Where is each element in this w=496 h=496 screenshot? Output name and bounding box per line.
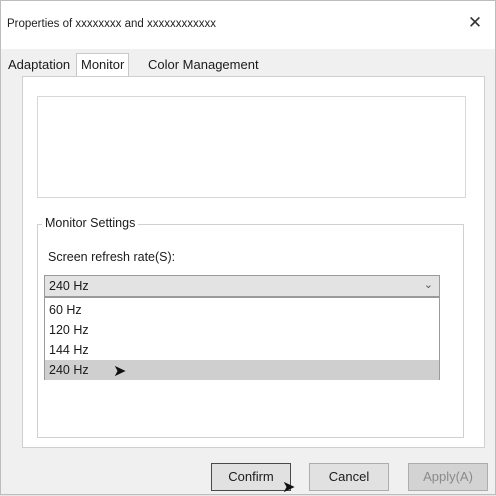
- refresh-rate-select[interactable]: 240 Hz ⌄: [44, 275, 440, 297]
- cancel-button[interactable]: Cancel: [309, 463, 389, 491]
- tab-monitor[interactable]: Monitor: [76, 53, 130, 77]
- monitor-preview-box: [37, 96, 466, 198]
- close-icon[interactable]: ✕: [465, 13, 485, 33]
- mouse-cursor-icon: ➤: [282, 479, 296, 496]
- confirm-button[interactable]: Confirm: [211, 463, 291, 491]
- option-144hz[interactable]: 144 Hz: [45, 340, 439, 360]
- monitor-settings-group: Monitor Settings Screen refresh rate(S):…: [37, 216, 464, 438]
- option-120hz[interactable]: 120 Hz: [45, 320, 439, 340]
- option-240hz[interactable]: 240 Hz: [45, 360, 439, 380]
- apply-button[interactable]: Apply(A): [408, 463, 488, 491]
- window-title: Properties of xxxxxxxx and xxxxxxxxxxxx: [7, 18, 216, 30]
- monitor-tab-panel: Monitor Settings Screen refresh rate(S):…: [22, 76, 485, 448]
- title-bar: Properties of xxxxxxxx and xxxxxxxxxxxx …: [1, 1, 495, 49]
- refresh-rate-label: Screen refresh rate(S):: [48, 250, 176, 264]
- refresh-rate-dropdown-list: 60 Hz 120 Hz 144 Hz 240 Hz: [44, 297, 440, 380]
- tab-color-management[interactable]: Color Management: [144, 55, 263, 77]
- tab-strip: Adaptation Monitor Color Management: [1, 49, 495, 77]
- monitor-settings-legend: Monitor Settings: [42, 216, 139, 230]
- refresh-rate-selected-value: 240 Hz: [49, 279, 89, 293]
- mouse-cursor-icon: ➤: [113, 363, 127, 380]
- option-60hz[interactable]: 60 Hz: [45, 300, 439, 320]
- properties-dialog: Properties of xxxxxxxx and xxxxxxxxxxxx …: [0, 0, 496, 496]
- tab-adaptation[interactable]: Adaptation: [4, 55, 74, 77]
- chevron-down-icon[interactable]: ⌄: [424, 278, 433, 291]
